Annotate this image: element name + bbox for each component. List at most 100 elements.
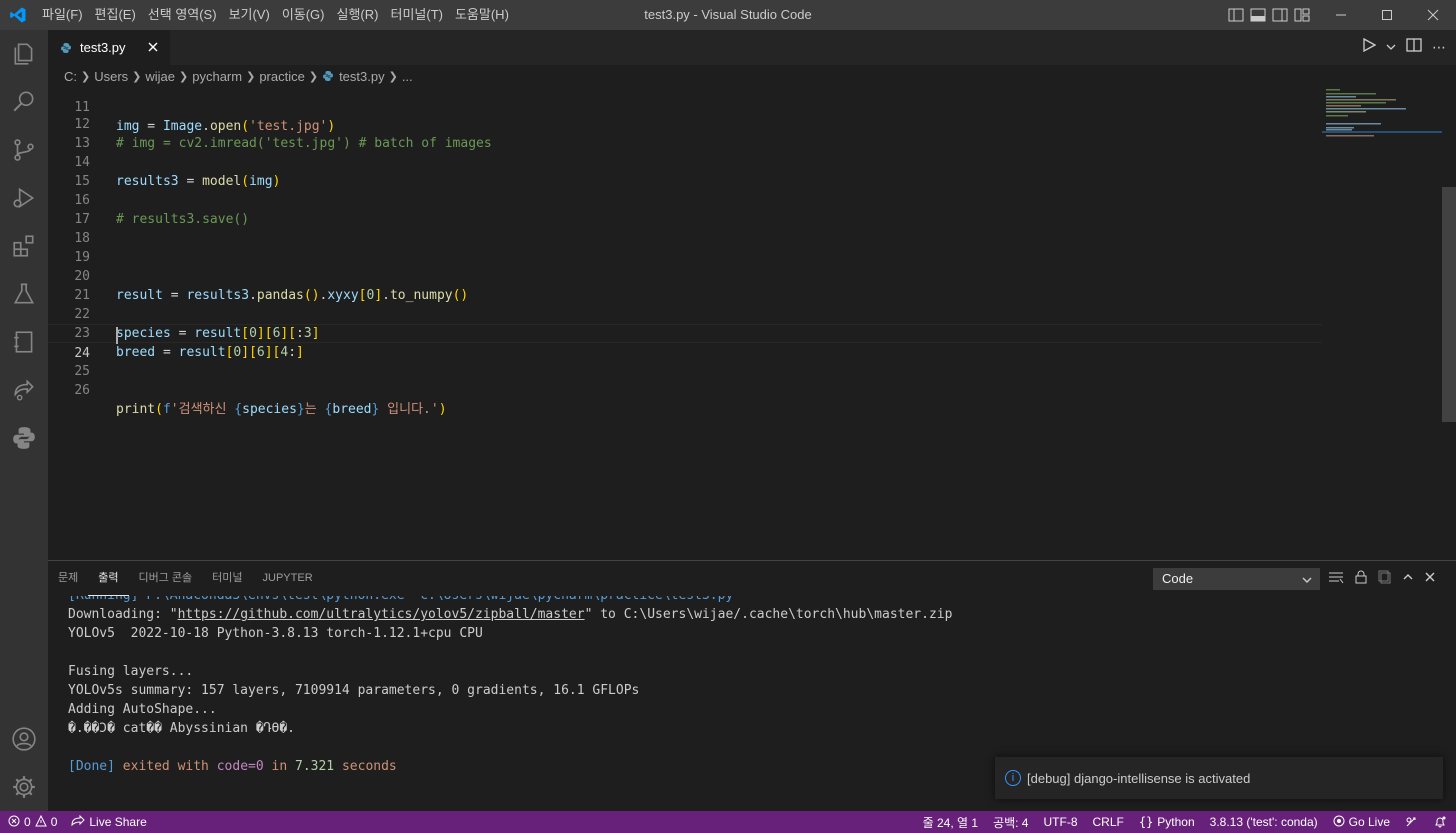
tab-terminal[interactable]: 터미널 bbox=[202, 561, 252, 596]
live-share-icon[interactable] bbox=[0, 366, 48, 414]
code-line: 25 bbox=[48, 343, 1322, 379]
output-channel-select[interactable]: Code bbox=[1153, 568, 1320, 590]
code-line: 15 bbox=[48, 153, 1322, 189]
output-line: Adding AutoShape... bbox=[68, 702, 217, 717]
clear-output-icon[interactable] bbox=[1328, 570, 1344, 589]
maximize-panel-icon[interactable] bbox=[1402, 570, 1414, 588]
settings-gear-icon[interactable] bbox=[0, 763, 48, 811]
breadcrumb-item[interactable]: Users bbox=[94, 69, 128, 84]
output-token: in bbox=[263, 759, 295, 774]
more-actions-icon[interactable]: ⋯ bbox=[1432, 39, 1446, 56]
menu-view[interactable]: 보기(V) bbox=[223, 0, 276, 30]
code-line: 19 bbox=[48, 229, 1322, 265]
token: ( bbox=[155, 402, 163, 417]
error-count: 0 bbox=[24, 815, 31, 829]
token: breed bbox=[332, 402, 372, 417]
python-interpreter[interactable]: 3.8.13 ('test': conda) bbox=[1210, 815, 1318, 829]
go-live-button[interactable]: Go Live bbox=[1333, 815, 1390, 830]
menu-edit[interactable]: 편집(E) bbox=[89, 0, 142, 30]
python-file-icon bbox=[60, 41, 74, 55]
language-mode[interactable]: {} Python bbox=[1139, 815, 1195, 829]
chevron-right-icon: ❯ bbox=[246, 70, 256, 83]
tab-problems[interactable]: 문제 bbox=[48, 561, 88, 596]
account-icon[interactable] bbox=[0, 715, 48, 763]
editor-tabs-bar: test3.py ⋯ bbox=[48, 30, 1456, 65]
code-line: 23 breed = result[0][6][4:] bbox=[48, 305, 1322, 360]
encoding[interactable]: UTF-8 bbox=[1044, 815, 1078, 829]
chevron-right-icon: ❯ bbox=[179, 70, 189, 83]
live-share-status[interactable]: Live Share bbox=[71, 814, 147, 830]
tab-label: test3.py bbox=[80, 40, 126, 55]
code-text: print(f'검색하신 {species}는 {breed} 입니다.') bbox=[116, 400, 447, 419]
split-editor-icon[interactable] bbox=[1406, 38, 1422, 57]
notification-text: [debug] django-intellisense is activated bbox=[1027, 770, 1251, 786]
run-python-file-icon[interactable] bbox=[1362, 37, 1377, 57]
toggle-sidebar-icon[interactable] bbox=[1228, 8, 1244, 22]
chevron-down-icon[interactable] bbox=[1386, 39, 1396, 57]
breadcrumb-item[interactable]: ... bbox=[402, 69, 413, 84]
source-control-icon[interactable] bbox=[0, 126, 48, 174]
chevron-right-icon: ❯ bbox=[308, 70, 319, 83]
output-line: YOLOv5s summary: 157 layers, 7109914 par… bbox=[68, 683, 640, 698]
editor-actions: ⋯ bbox=[1362, 30, 1446, 65]
close-panel-icon[interactable] bbox=[1424, 570, 1436, 588]
problems-status[interactable]: 0 0 bbox=[8, 814, 57, 830]
notification-toast[interactable]: i [debug] django-intellisense is activat… bbox=[995, 757, 1443, 799]
menu-go[interactable]: 이동(G) bbox=[276, 0, 331, 30]
token: '검색하신 bbox=[170, 402, 235, 417]
testing-icon[interactable] bbox=[0, 270, 48, 318]
info-icon: i bbox=[1005, 770, 1021, 786]
copy-icon[interactable] bbox=[1378, 570, 1392, 589]
notifications-bell-icon[interactable] bbox=[1434, 816, 1446, 828]
output-line: Downloading: "https://github.com/ultraly… bbox=[68, 605, 1438, 624]
breadcrumb-item[interactable]: pycharm bbox=[192, 69, 242, 84]
search-icon[interactable] bbox=[0, 78, 48, 126]
menu-terminal[interactable]: 터미널(T) bbox=[384, 0, 448, 30]
toggle-panel-icon[interactable] bbox=[1250, 8, 1266, 22]
cursor-position[interactable]: 줄 24, 열 1 bbox=[923, 814, 978, 831]
panel-tabs: 문제 출력 디버그 콘솔 터미널 JUPYTER bbox=[48, 561, 323, 596]
indentation[interactable]: 공백: 4 bbox=[993, 814, 1028, 831]
lock-scroll-icon[interactable] bbox=[1354, 570, 1368, 589]
explorer-icon[interactable] bbox=[0, 30, 48, 78]
menu-selection[interactable]: 선택 영역(S) bbox=[142, 0, 223, 30]
customize-layout-icon[interactable] bbox=[1294, 8, 1310, 22]
code-line: 12 # img = cv2.imread('test.jpg') # batc… bbox=[48, 96, 1322, 151]
minimap[interactable] bbox=[1322, 87, 1442, 559]
output-link[interactable]: https://github.com/ultralytics/yolov5/zi… bbox=[178, 607, 585, 622]
code-editor[interactable]: 11 img = Image.open('test.jpg') 12 # img… bbox=[48, 87, 1456, 559]
menu-help[interactable]: 도움말(H) bbox=[449, 0, 515, 30]
feedback-icon[interactable] bbox=[1405, 816, 1419, 828]
end-of-line[interactable]: CRLF bbox=[1093, 815, 1124, 829]
output-text: " to C:\Users\wijae/.cache\torch\hub\mas… bbox=[584, 607, 953, 622]
chevron-right-icon: ❯ bbox=[388, 70, 398, 83]
minimize-icon[interactable] bbox=[1318, 0, 1364, 30]
tab-jupyter[interactable]: JUPYTER bbox=[253, 561, 323, 596]
menu-run[interactable]: 실행(R) bbox=[331, 0, 385, 30]
run-debug-icon[interactable] bbox=[0, 174, 48, 222]
tab-test3-py[interactable]: test3.py bbox=[48, 30, 170, 65]
output-token: 7.321 bbox=[295, 759, 335, 774]
extensions-icon[interactable] bbox=[0, 222, 48, 270]
breadcrumb-item[interactable]: C: bbox=[64, 69, 77, 84]
breadcrumb-item[interactable]: test3.py bbox=[339, 69, 385, 84]
tab-output[interactable]: 출력 bbox=[88, 561, 129, 596]
python-icon[interactable] bbox=[0, 414, 48, 462]
close-tab-icon[interactable] bbox=[146, 40, 160, 54]
breadcrumb-item[interactable]: wijae bbox=[145, 69, 175, 84]
menu-file[interactable]: 파일(F) bbox=[36, 0, 89, 30]
code-line: 14 results3 = model(img) bbox=[48, 134, 1322, 189]
toggle-secondary-sidebar-icon[interactable] bbox=[1272, 8, 1288, 22]
token: print bbox=[116, 402, 156, 417]
token: 입니다.' bbox=[379, 402, 439, 417]
maximize-icon[interactable] bbox=[1364, 0, 1410, 30]
language-label: Python bbox=[1157, 815, 1195, 829]
breadcrumb-item[interactable]: practice bbox=[259, 69, 305, 84]
editor-scrollbar[interactable] bbox=[1442, 187, 1456, 422]
close-window-icon[interactable] bbox=[1410, 0, 1456, 30]
output-token: [Done] bbox=[68, 759, 115, 774]
tab-debug-console[interactable]: 디버그 콘솔 bbox=[129, 561, 203, 596]
notebook-icon[interactable] bbox=[0, 318, 48, 366]
code-line: 13 bbox=[48, 115, 1322, 151]
warning-icon bbox=[34, 814, 47, 830]
